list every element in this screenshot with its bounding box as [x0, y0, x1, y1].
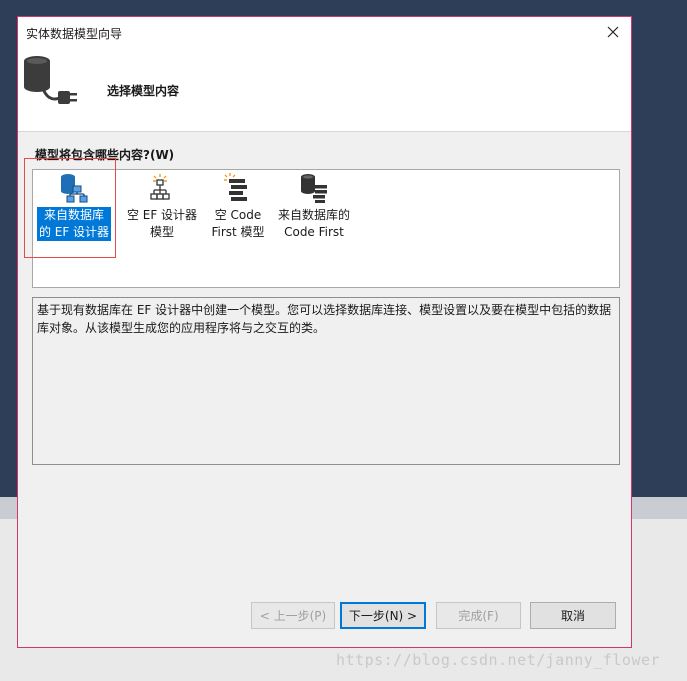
- option-label: 空 Code First 模型: [211, 208, 265, 239]
- description-box: 基于现有数据库在 EF 设计器中创建一个模型。您可以选择数据库连接、模型设置以及…: [32, 297, 620, 465]
- option-code-first-from-database[interactable]: 来自数据库的 Code First: [275, 172, 353, 246]
- finish-button[interactable]: 完成(F): [436, 602, 521, 629]
- watermark-text: https://blog.csdn.net/janny_flower: [336, 651, 661, 669]
- empty-diagram-icon: [150, 174, 170, 200]
- option-label: 空 EF 设计器 模型: [126, 208, 198, 239]
- back-button[interactable]: < 上一步(P): [251, 602, 335, 629]
- option-empty-code-first-model[interactable]: 空 Code First 模型: [199, 172, 277, 246]
- option-empty-ef-designer-model[interactable]: 空 EF 设计器 模型: [123, 172, 201, 246]
- model-options-list[interactable]: 来自数据库 的 EF 设计器 空 EF 设计器 模型 空 Code First …: [32, 169, 620, 288]
- cancel-button[interactable]: 取消: [530, 602, 616, 629]
- code-first-icon: [224, 173, 247, 201]
- database-diagram-icon: [61, 174, 88, 203]
- wizard-header: 选择模型内容: [18, 48, 631, 132]
- title-bar: 实体数据模型向导: [18, 17, 631, 48]
- option-ef-designer-from-database[interactable]: 来自数据库 的 EF 设计器: [35, 172, 113, 246]
- header-title: 选择模型内容: [107, 84, 180, 98]
- close-button[interactable]: [599, 19, 627, 45]
- next-button[interactable]: 下一步(N) >: [340, 602, 426, 629]
- database-plug-icon: [24, 56, 77, 104]
- entity-data-model-wizard-dialog: 实体数据模型向导 选择模型内容 模型将包含哪些内容?(W) 来自数据库 的 EF…: [17, 16, 632, 648]
- close-icon: [607, 26, 619, 38]
- option-label: 来自数据库的 Code First: [277, 208, 350, 239]
- option-label: 来自数据库 的 EF 设计器: [36, 207, 112, 241]
- window-title: 实体数据模型向导: [26, 27, 123, 41]
- database-code-icon: [301, 174, 327, 203]
- model-content-prompt: 模型将包含哪些内容?(W): [35, 148, 175, 162]
